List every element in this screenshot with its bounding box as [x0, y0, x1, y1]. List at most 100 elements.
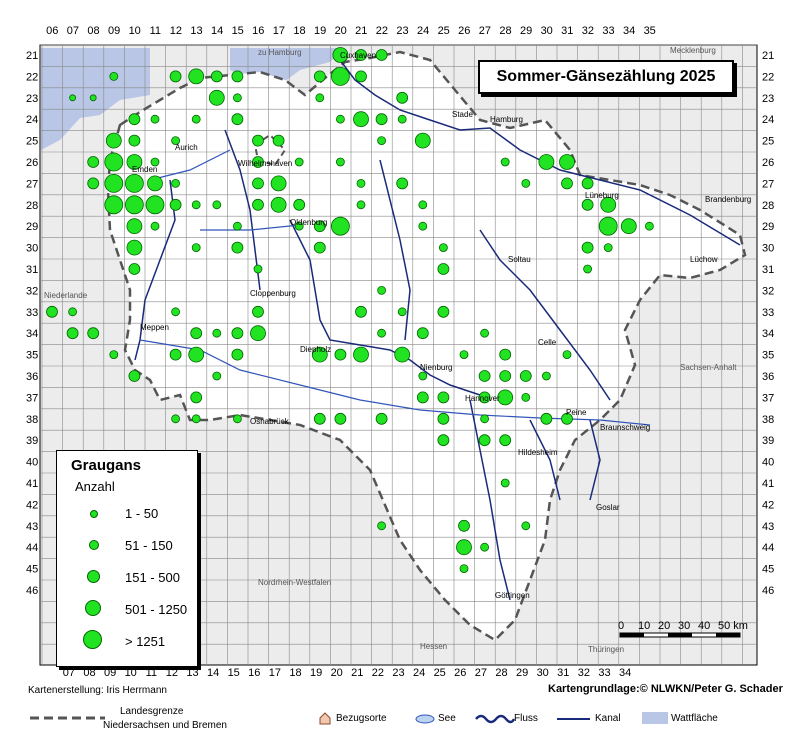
species-legend: Graugans Anzahl 1 - 50 51 - 150 151 - 50… — [56, 450, 198, 667]
column-label-top: 22 — [376, 25, 388, 37]
observation-dot — [335, 114, 345, 124]
river-icon — [475, 714, 515, 724]
observation-dot — [396, 177, 409, 190]
column-label-bottom: 08 — [83, 667, 95, 679]
column-label-bottom: 34 — [619, 667, 631, 679]
row-label-right: 21 — [762, 50, 774, 62]
column-label-bottom: 26 — [454, 667, 466, 679]
observation-dot — [104, 195, 124, 215]
observation-dot — [294, 157, 304, 167]
observation-dot — [150, 114, 160, 124]
column-label-bottom: 17 — [269, 667, 281, 679]
observation-dot — [418, 200, 428, 210]
observation-dot — [375, 412, 388, 425]
row-label-left: 46 — [26, 585, 38, 597]
observation-dot — [250, 325, 266, 342]
observation-dot — [212, 328, 222, 338]
observation-dot — [126, 218, 143, 235]
column-label-top: 23 — [396, 25, 408, 37]
place-label: Cloppenburg — [250, 289, 296, 298]
column-label-bottom: 21 — [351, 667, 363, 679]
column-label-top: 35 — [644, 25, 656, 37]
row-label-left: 45 — [26, 564, 38, 576]
region-label: Mecklenburg — [670, 46, 716, 55]
observation-dot — [353, 346, 369, 363]
observation-dot — [105, 132, 122, 149]
row-label-right: 33 — [762, 307, 774, 319]
row-label-left: 22 — [26, 71, 38, 83]
row-label-right: 31 — [762, 264, 774, 276]
observation-dot — [315, 93, 325, 103]
observation-dot — [109, 72, 119, 81]
row-label-left: 34 — [26, 328, 38, 340]
observation-dot — [104, 152, 124, 172]
column-label-bottom: 24 — [413, 667, 425, 679]
canal-label: Kanal — [595, 713, 621, 724]
column-label-bottom: 12 — [166, 667, 178, 679]
observation-dot — [562, 350, 572, 360]
scale-tick-label: 0 — [618, 620, 624, 632]
scale-bar-segment — [716, 633, 740, 637]
observation-dot — [559, 154, 575, 170]
observation-dot — [397, 114, 407, 124]
row-label-left: 21 — [26, 50, 38, 62]
lake-icon — [415, 714, 435, 724]
observation-dot — [497, 389, 514, 406]
legend-dot-4 — [85, 600, 101, 616]
observation-dot — [169, 198, 182, 211]
column-label-bottom: 19 — [310, 667, 322, 679]
row-label-left: 29 — [26, 221, 38, 233]
legend-dot-5 — [83, 630, 102, 649]
row-label-right: 46 — [762, 585, 774, 597]
row-label-right: 26 — [762, 157, 774, 169]
place-label: Peine — [566, 408, 587, 417]
observation-dot — [377, 521, 387, 531]
observation-dot — [231, 70, 244, 83]
observation-dot — [437, 263, 450, 275]
column-label-top: 07 — [67, 25, 79, 37]
observation-dot — [190, 327, 203, 340]
observation-dot — [355, 305, 367, 318]
observation-dot — [252, 134, 264, 147]
row-label-right: 36 — [762, 371, 774, 383]
row-label-left: 26 — [26, 157, 38, 169]
border-legend-label1: Landesgrenze — [120, 706, 184, 717]
row-label-right: 45 — [762, 564, 774, 576]
canal-icon — [557, 718, 590, 720]
column-label-top: 21 — [355, 25, 367, 37]
observation-dot — [190, 391, 203, 404]
observation-dot — [499, 348, 512, 361]
column-label-top: 14 — [211, 25, 223, 37]
observation-dot — [46, 305, 58, 318]
observation-dot — [124, 173, 144, 193]
row-label-left: 27 — [26, 178, 38, 190]
place-label: Göttingen — [495, 591, 530, 600]
row-label-right: 23 — [762, 93, 774, 105]
column-label-top: 13 — [190, 25, 202, 37]
observation-dot — [478, 370, 491, 382]
row-label-right: 42 — [762, 499, 774, 511]
scale-tick-label: 10 — [638, 620, 650, 632]
observation-dot — [334, 348, 347, 361]
column-label-top: 19 — [314, 25, 326, 37]
observation-dot — [521, 521, 531, 531]
row-label-left: 33 — [26, 307, 38, 319]
observation-dot — [124, 195, 144, 215]
observation-dot — [456, 539, 472, 556]
observation-dot — [69, 94, 76, 102]
row-label-right: 37 — [762, 392, 774, 404]
observation-dot — [171, 414, 181, 424]
observation-dot — [87, 156, 100, 168]
place-label: Aurich — [175, 143, 198, 152]
observation-dot — [87, 177, 100, 190]
row-label-left: 30 — [26, 243, 38, 255]
column-label-top: 15 — [232, 25, 244, 37]
credit-left: Kartenerstellung: Iris Herrmann — [28, 685, 167, 696]
region-label: Niederlande — [44, 291, 88, 300]
observation-dot — [231, 241, 244, 254]
observation-dot — [270, 175, 287, 192]
region-label: Hessen — [420, 642, 447, 651]
column-label-top: 16 — [252, 25, 264, 37]
observation-dot — [414, 132, 431, 149]
observation-dot — [416, 391, 429, 404]
